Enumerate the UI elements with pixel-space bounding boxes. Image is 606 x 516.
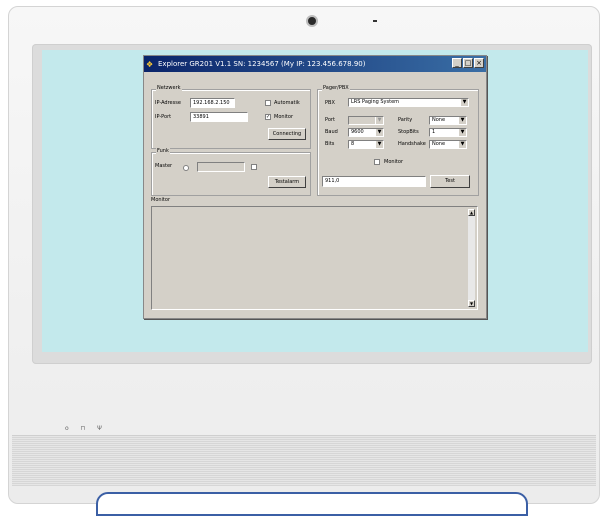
- baud-select-value: 9600: [351, 129, 364, 135]
- funk-group: Funk Master Testalarm: [151, 148, 311, 196]
- netzwerk-group: Netzwerk IP-Adresse 192.168.2.150 IP-Por…: [151, 85, 311, 149]
- monitor-scrollbar[interactable]: ▲ ▼: [468, 209, 475, 307]
- sensor-indicator: [373, 20, 377, 22]
- bits-label: Bits: [325, 141, 335, 147]
- camera-icon: [306, 15, 318, 27]
- ip-port-label: IP-Port: [155, 114, 172, 120]
- explorer-window: ❖ Explorer GR201 V1.1 SN: 1234567 (My IP…: [143, 55, 487, 319]
- stopbits-select[interactable]: 1 ▼: [429, 128, 467, 137]
- ip-address-input[interactable]: 192.168.2.150: [190, 98, 235, 108]
- chevron-down-icon[interactable]: ▼: [458, 141, 466, 148]
- speaker-grille: [12, 435, 596, 486]
- window-titlebar[interactable]: ❖ Explorer GR201 V1.1 SN: 1234567 (My IP…: [144, 56, 486, 72]
- pager-monitor-label: Monitor: [384, 159, 404, 165]
- chevron-down-icon: ▼: [375, 117, 383, 124]
- pager-monitor-checkbox[interactable]: [374, 159, 380, 165]
- netzwerk-legend: Netzwerk: [156, 85, 182, 91]
- monitor-checkbox-label: Monitor: [274, 114, 294, 120]
- handshake-select[interactable]: None ▼: [429, 140, 467, 149]
- chevron-down-icon[interactable]: ▼: [460, 99, 468, 106]
- automatik-label: Automatik: [274, 100, 300, 106]
- parity-select-value: None: [432, 117, 446, 123]
- maximize-button[interactable]: □: [463, 58, 473, 68]
- pbx-select[interactable]: LRS Paging System ▼: [348, 98, 469, 107]
- pbx-label: PBX: [325, 100, 335, 106]
- pager-pbx-legend: Pager/PBX: [322, 85, 350, 91]
- baud-select[interactable]: 9600 ▼: [348, 128, 384, 137]
- master-radio[interactable]: [183, 165, 189, 171]
- baud-label: Baud: [325, 129, 338, 135]
- window-title: Explorer GR201 V1.1 SN: 1234567 (My IP: …: [158, 60, 366, 68]
- funk-address-input: [197, 162, 245, 172]
- pager-pbx-group: Pager/PBX PBX LRS Paging System ▼ Port ▼…: [317, 85, 479, 196]
- parity-select[interactable]: None ▼: [429, 116, 467, 125]
- stopbits-label: StopBits: [398, 129, 419, 135]
- device-stand: [96, 492, 528, 516]
- funk-checkbox[interactable]: [251, 164, 257, 170]
- connecting-button[interactable]: Connecting: [268, 128, 306, 140]
- handshake-select-value: None: [432, 141, 446, 147]
- monitor-output[interactable]: ▲ ▼: [151, 206, 478, 310]
- scroll-down-icon[interactable]: ▼: [468, 300, 475, 307]
- monitor-panel-label: Monitor: [151, 197, 171, 203]
- stopbits-select-value: 1: [432, 129, 436, 135]
- testalarm-button[interactable]: Testalarm: [268, 176, 306, 188]
- pager-test-input[interactable]: 911,0: [322, 176, 426, 187]
- port-select: ▼: [348, 116, 384, 125]
- chevron-down-icon[interactable]: ▼: [375, 141, 383, 148]
- bits-select-value: 8: [351, 141, 355, 147]
- status-indicator-icons: o ⊓ Ψ: [65, 425, 107, 432]
- ip-port-input[interactable]: 33891: [190, 112, 248, 122]
- monitor-checkbox[interactable]: ✓: [265, 114, 271, 120]
- master-label: Master: [155, 163, 173, 169]
- ip-address-label: IP-Adresse: [155, 100, 181, 106]
- handshake-label: Handshake: [398, 141, 426, 147]
- pager-test-button[interactable]: Test: [430, 175, 470, 188]
- automatik-checkbox[interactable]: [265, 100, 271, 106]
- funk-legend: Funk: [156, 148, 170, 154]
- pbx-select-value: LRS Paging System: [351, 99, 400, 105]
- close-button[interactable]: ×: [474, 58, 484, 68]
- parity-label: Parity: [398, 117, 413, 123]
- app-icon: ❖: [146, 59, 154, 69]
- chevron-down-icon[interactable]: ▼: [458, 129, 466, 136]
- chevron-down-icon[interactable]: ▼: [458, 117, 466, 124]
- bits-select[interactable]: 8 ▼: [348, 140, 384, 149]
- port-label: Port: [325, 117, 335, 123]
- scroll-up-icon[interactable]: ▲: [468, 209, 475, 216]
- chevron-down-icon[interactable]: ▼: [375, 129, 383, 136]
- minimize-button[interactable]: _: [452, 58, 462, 68]
